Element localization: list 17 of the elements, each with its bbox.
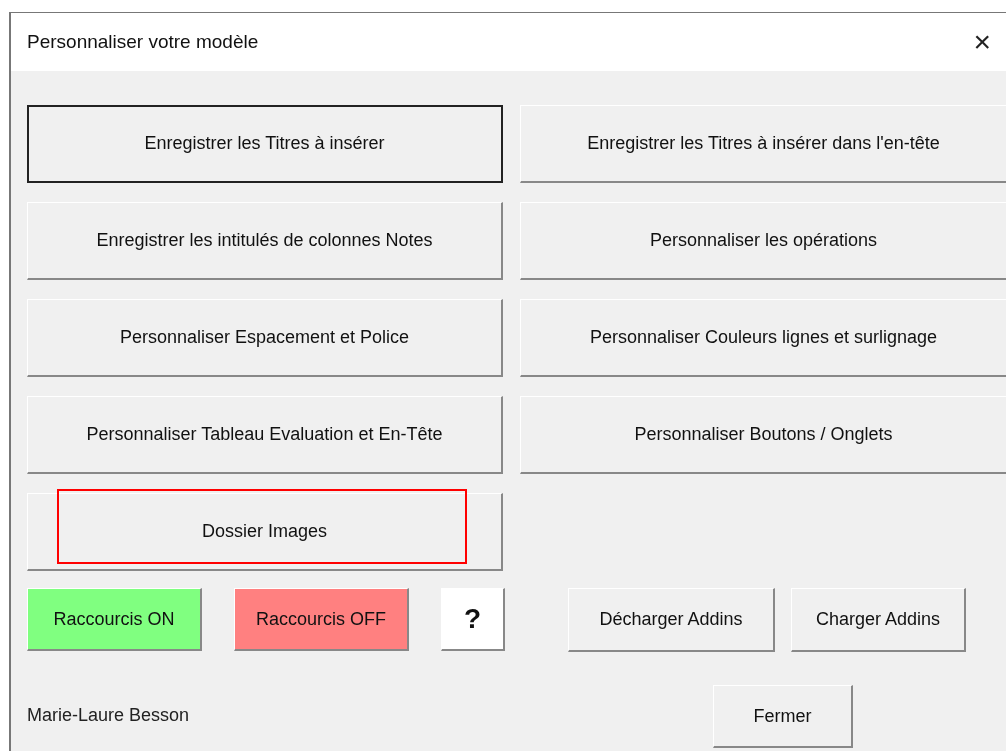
action-button[interactable]: Personnaliser Espacement et Police — [27, 299, 503, 377]
action-button[interactable]: Personnaliser les opérations — [520, 202, 1006, 280]
action-button[interactable]: Enregistrer les Titres à insérer dans l'en-tête — [520, 105, 1006, 183]
action-button[interactable]: Enregistrer les intitulés de colonnes Notes — [27, 202, 503, 280]
author-name: Marie-Laure Besson — [27, 704, 191, 727]
close-dialog-button[interactable]: Fermer — [713, 685, 853, 748]
action-button[interactable]: Personnaliser Tableau Evaluation et En-Tête — [27, 396, 503, 474]
shortcut-button[interactable]: ? — [441, 588, 505, 651]
addin-button[interactable]: Décharger Addins — [568, 588, 775, 652]
close-button[interactable]: × — [973, 27, 991, 57]
shortcut-button[interactable]: Raccourcis OFF — [234, 588, 409, 651]
action-button[interactable]: Personnaliser Couleurs lignes et surlignage — [520, 299, 1006, 377]
addin-button[interactable]: Charger Addins — [791, 588, 966, 652]
window-title: Personnaliser votre modèle — [27, 29, 259, 54]
shortcut-button[interactable]: Raccourcis ON — [27, 588, 202, 651]
action-button[interactable]: Personnaliser Boutons / Onglets — [520, 396, 1006, 474]
action-button[interactable]: Enregistrer les Titres à insérer — [27, 105, 503, 183]
